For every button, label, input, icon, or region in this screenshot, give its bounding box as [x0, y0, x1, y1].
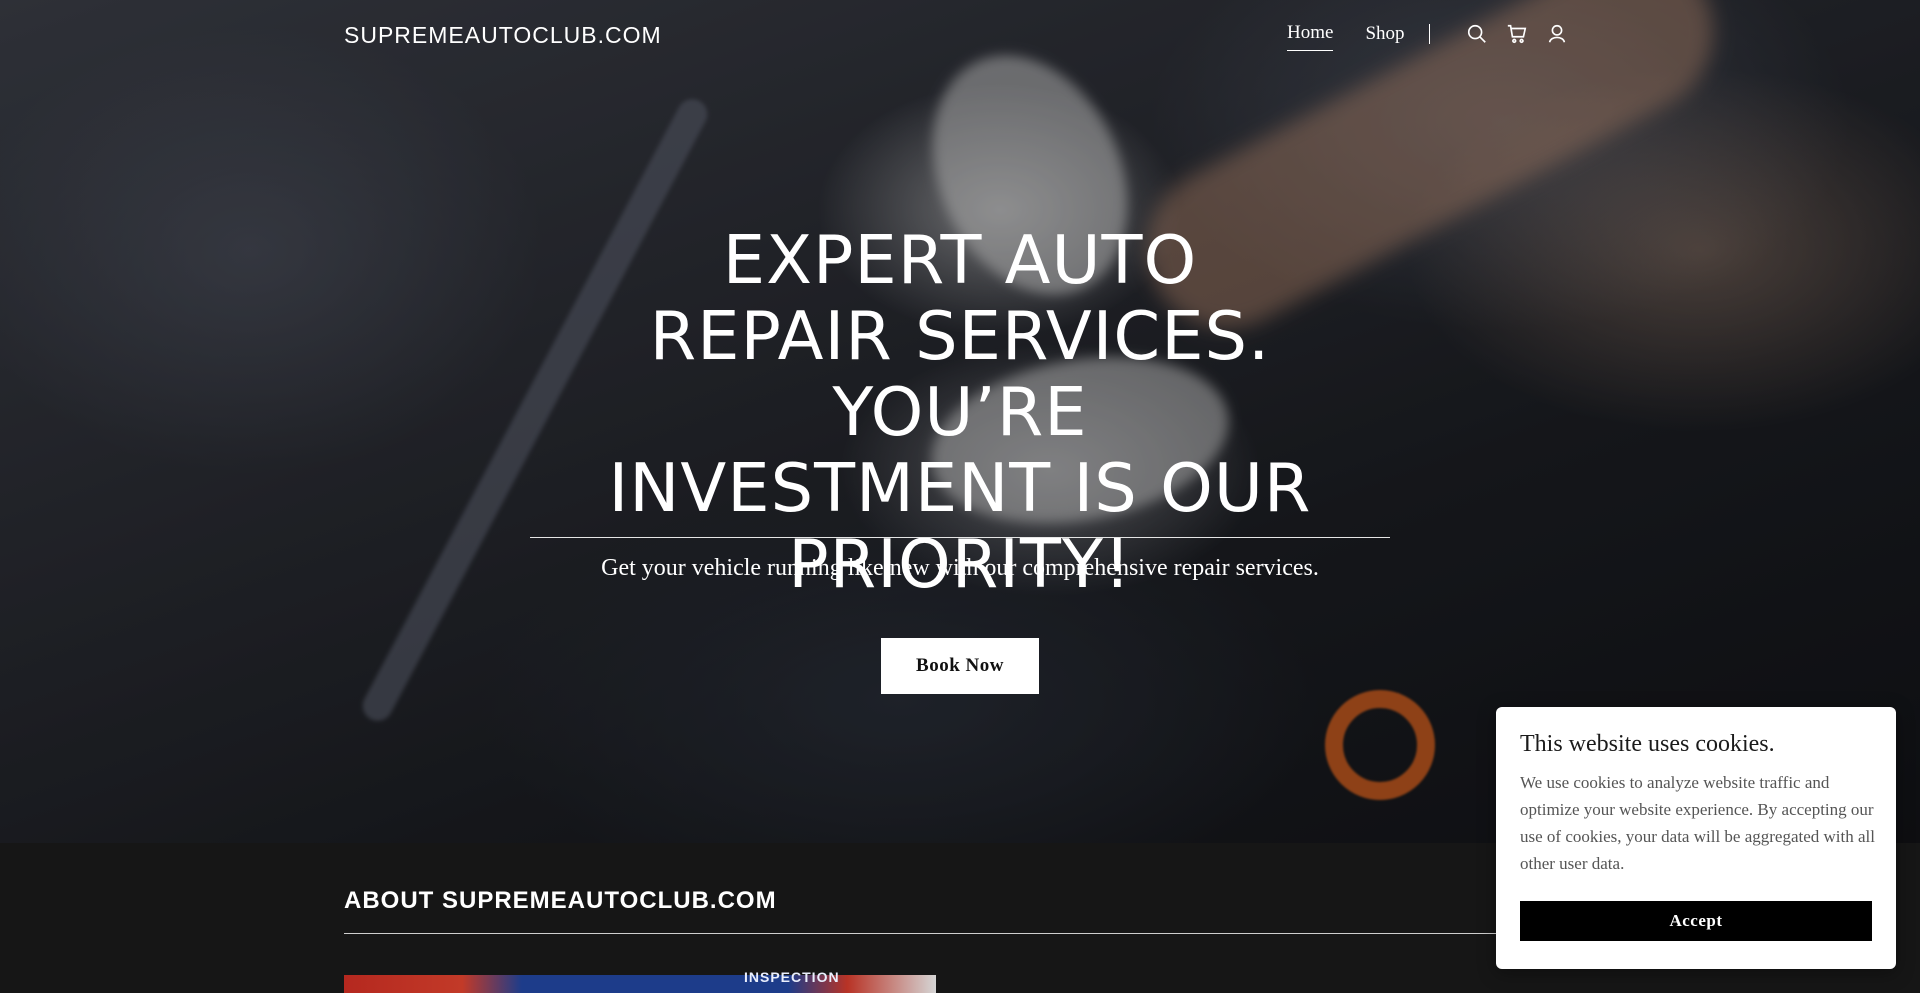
cart-icon[interactable]	[1506, 23, 1528, 45]
cookie-accept-button[interactable]: Accept	[1520, 901, 1872, 941]
site-logo-text[interactable]: SUPREMEAUTOCLUB.COM	[344, 22, 662, 49]
account-icon[interactable]	[1546, 23, 1568, 45]
main-nav: Home Shop	[1287, 22, 1568, 51]
cookie-banner-title: This website uses cookies.	[1520, 731, 1775, 757]
about-title: ABOUT SUPREMEAUTOCLUB.COM	[344, 887, 777, 914]
hero-divider	[530, 537, 1390, 538]
hero-title: EXPERT AUTO REPAIR SERVICES. YOU’RE INVE…	[608, 221, 1312, 603]
about-image-sign-text: INSPECTION	[744, 969, 840, 985]
about-divider	[344, 933, 1576, 934]
about-image	[344, 975, 936, 993]
book-now-button[interactable]: Book Now	[881, 638, 1039, 694]
nav-link-shop[interactable]: Shop	[1365, 23, 1404, 51]
nav-link-home[interactable]: Home	[1287, 22, 1334, 51]
cookie-banner: This website uses cookies. We use cookie…	[1496, 707, 1896, 969]
search-icon[interactable]	[1466, 23, 1488, 45]
nav-divider	[1428, 23, 1431, 44]
hero-subtitle: Get your vehicle running like new with o…	[601, 555, 1319, 581]
cookie-banner-text: We use cookies to analyze website traffi…	[1520, 773, 1875, 873]
